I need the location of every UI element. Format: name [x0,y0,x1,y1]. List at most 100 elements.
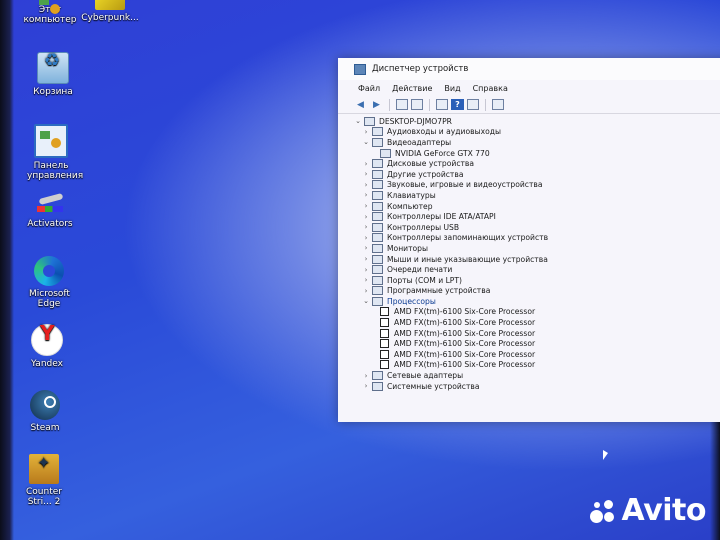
expand-chevron-icon[interactable]: › [362,276,370,284]
tree-category-item[interactable]: › Другие устройства [354,169,720,180]
desktop-icon-cyberpunk[interactable]: Cyberpunk... [74,0,146,23]
tree-category-item[interactable]: › Контроллеры запоминающих устройств [354,233,720,244]
expand-chevron-icon[interactable]: › [362,191,370,199]
tree-category-item[interactable]: › Очереди печати [354,264,720,275]
tree-item-label: AMD FX(tm)-6100 Six-Core Processor [394,360,536,370]
avito-watermark: Avito [589,493,707,528]
processor-icon [380,307,389,317]
tree-category-item[interactable]: › Мыши и иные указывающие устройства [354,254,720,265]
help-icon[interactable]: ? [451,99,464,110]
device-category-icon [372,254,383,264]
desktop-icon-control-panel[interactable]: Панель управления [15,124,87,181]
expand-chevron-icon[interactable]: › [362,266,370,274]
tree-item-label: Сетевые адаптеры [387,371,464,381]
tree-item-label: Программные устройства [387,286,491,296]
desktop-icon-label: Microsoft Edge [29,289,70,309]
computer-icon [35,0,65,14]
tree-item-label: Контроллеры IDE ATA/ATAPI [387,212,496,222]
expand-chevron-icon[interactable]: › [362,223,370,231]
tree-category-item[interactable]: › Аудиовходы и аудиовыходы [354,127,720,138]
processor-icon [380,328,389,338]
device-category-icon [372,296,383,306]
scan-hardware-icon[interactable] [492,99,504,110]
expand-chevron-icon[interactable]: › [362,372,370,380]
tree-category-item[interactable]: › Звуковые, игровые и видеоустройства [354,180,720,191]
collapse-chevron-icon[interactable]: ⌄ [354,117,362,125]
menu-file[interactable]: Файл [358,84,380,93]
edge-icon [34,256,64,286]
menu-help[interactable]: Справка [473,84,508,93]
tree-category-item[interactable]: › Компьютер [354,201,720,212]
tree-device-item[interactable]: AMD FX(tm)-6100 Six-Core Processor [354,328,720,339]
desktop-icon-edge[interactable]: Microsoft Edge [13,256,85,309]
expand-chevron-icon[interactable]: › [362,170,370,178]
tree-category-item[interactable]: ⌄ Видеоадаптеры [354,137,720,148]
tree-device-item[interactable]: AMD FX(tm)-6100 Six-Core Processor [354,349,720,360]
tree-category-item[interactable]: › Дисковые устройства [354,158,720,169]
tree-item-label: Порты (COM и LPT) [387,275,462,285]
tree-category-item[interactable]: › Системные устройства [354,381,720,392]
tree-item-label: AMD FX(tm)-6100 Six-Core Processor [394,318,536,328]
device-category-icon [372,159,383,169]
tree-category-item[interactable]: › Клавиатуры [354,190,720,201]
tree-device-item[interactable]: AMD FX(tm)-6100 Six-Core Processor [354,307,720,318]
tree-root[interactable]: ⌄ DESKTOP-DJMO7PR [354,116,720,127]
expand-chevron-icon[interactable]: › [362,213,370,221]
device-category-icon [372,190,383,200]
tree-item-label: Другие устройства [387,169,464,179]
desktop-icon-yandex[interactable]: Yandex [11,324,83,369]
tree-item-label: Мониторы [387,243,428,253]
tree-category-item[interactable]: › Мониторы [354,243,720,254]
update-driver-icon[interactable] [467,99,479,110]
tree-device-item[interactable]: AMD FX(tm)-6100 Six-Core Processor [354,338,720,349]
tree-device-item[interactable]: AMD FX(tm)-6100 Six-Core Processor [354,317,720,328]
tree-category-item[interactable]: › Контроллеры USB [354,222,720,233]
tree-category-item[interactable]: ⌄ Процессоры [354,296,720,307]
tree-item-label: Системные устройства [387,381,480,391]
screen-bezel-right [710,420,720,540]
expand-chevron-icon[interactable]: › [362,255,370,263]
processor-icon [380,349,389,359]
menu-action[interactable]: Действие [392,84,432,93]
recycle-bin-icon [37,52,69,84]
desktop-icon-activators[interactable]: Activators [14,186,86,229]
tree-device-item[interactable]: AMD FX(tm)-6100 Six-Core Processor [354,360,720,371]
device-category-icon [372,371,383,381]
back-arrow-icon[interactable]: ◀ [354,99,367,110]
expand-chevron-icon[interactable]: › [362,382,370,390]
device-category-icon [372,201,383,211]
collapse-chevron-icon[interactable]: ⌄ [362,297,370,305]
list-view-icon[interactable] [436,99,448,110]
tree-category-item[interactable]: › Контроллеры IDE ATA/ATAPI [354,211,720,222]
tree-category-item[interactable]: › Сетевые адаптеры [354,370,720,381]
expand-chevron-icon[interactable]: › [362,160,370,168]
forward-arrow-icon[interactable]: ▶ [370,99,383,110]
expand-chevron-icon[interactable]: › [362,244,370,252]
tree-category-item[interactable]: › Порты (COM и LPT) [354,275,720,286]
tree-item-label: AMD FX(tm)-6100 Six-Core Processor [394,307,536,317]
tree-device-item[interactable]: NVIDIA GeForce GTX 770 [354,148,720,159]
details-icon[interactable] [411,99,423,110]
tree-item-label: Мыши и иные указывающие устройства [387,254,548,264]
tree-item-label: Процессоры [387,296,436,306]
expand-chevron-icon[interactable]: › [362,181,370,189]
device-manager-window[interactable]: Диспетчер устройств Файл Действие Вид Сп… [338,58,720,422]
window-titlebar[interactable]: Диспетчер устройств [338,58,720,80]
desktop-icon-steam[interactable]: Steam [9,390,81,433]
desktop-icon-recycle-bin[interactable]: Корзина [17,52,89,97]
menu-view[interactable]: Вид [444,84,460,93]
collapse-chevron-icon[interactable]: ⌄ [362,138,370,146]
device-category-icon [372,286,383,296]
processor-icon [380,318,389,328]
tree-category-item[interactable]: › Программные устройства [354,286,720,297]
properties-icon[interactable] [396,99,408,110]
expand-chevron-icon[interactable]: › [362,234,370,242]
device-category-icon [372,381,383,391]
desktop-icon-label: Activators [27,219,73,229]
expand-chevron-icon[interactable]: › [362,287,370,295]
expand-chevron-icon[interactable]: › [362,128,370,136]
tree-item-label: Дисковые устройства [387,159,475,169]
yandex-icon [31,324,63,356]
desktop-icon-counter-strike[interactable]: Counter Stri... 2 [8,454,80,507]
expand-chevron-icon[interactable]: › [362,202,370,210]
